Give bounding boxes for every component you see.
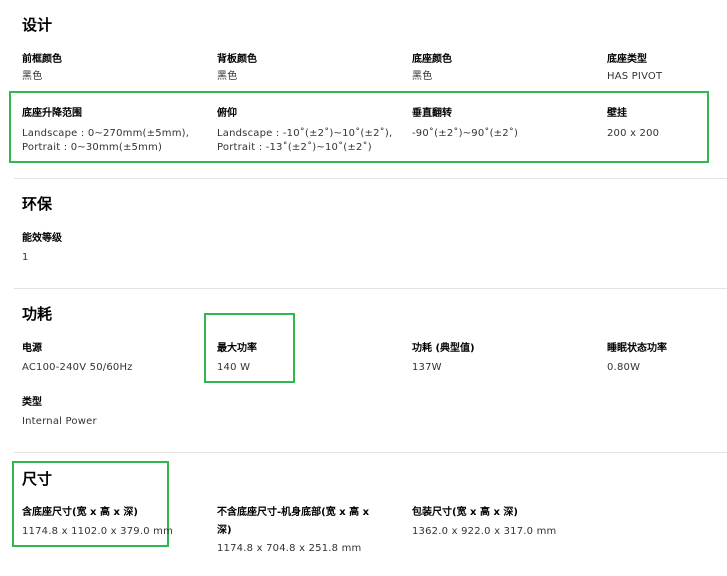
spec-stand-type: 底座类型 HAS PIVOT <box>607 50 662 84</box>
spec-label: 底座颜色 <box>412 54 452 65</box>
spec-label: 背板颜色 <box>217 54 257 65</box>
spec-label: 睡眠状态功率 <box>607 343 667 354</box>
spec-sleep-power: 睡眠状态功率 0.80W <box>607 339 667 375</box>
spec-label: 垂直翻转 <box>412 108 452 119</box>
spec-value: 1362.0 x 922.0 x 317.0 mm <box>412 526 557 537</box>
spec-value-line-1: Landscape : 0~270mm(±5mm), <box>22 128 190 139</box>
spec-value: 黑色 <box>22 71 43 82</box>
spec-pivot: 垂直翻转 -90˚(±2˚)~90˚(±2˚) <box>412 104 518 141</box>
section-divider <box>14 452 727 453</box>
spec-wall-mount: 壁挂 200 x 200 <box>607 104 659 141</box>
spec-typical-power: 功耗 (典型值) 137W <box>412 339 475 375</box>
spec-label: 最大功率 <box>217 343 257 354</box>
spec-label: 功耗 (典型值) <box>412 343 475 354</box>
spec-energy-class: 能效等级 1 <box>22 229 62 265</box>
spec-label: 俯仰 <box>217 108 237 119</box>
spec-value: AC100-240V 50/60Hz <box>22 362 133 373</box>
spec-max-power: 最大功率 140 W <box>217 339 257 375</box>
spec-value: 137W <box>412 362 442 373</box>
spec-value: 1174.8 x 1102.0 x 379.0 mm <box>22 526 174 537</box>
spec-value: Internal Power <box>22 416 97 427</box>
spec-label: 底座升降范围 <box>22 108 82 119</box>
spec-value: 0.80W <box>607 362 641 373</box>
spec-height-adjust-range: 底座升降范围 Landscape : 0~270mm(±5mm), Portra… <box>22 104 189 155</box>
spec-value: 200 x 200 <box>607 128 660 139</box>
spec-label: 壁挂 <box>607 108 627 119</box>
section-title-eco: 环保 <box>22 195 53 213</box>
spec-label: 包装尺寸(宽 x 高 x 深) <box>412 507 518 518</box>
spec-label: 电源 <box>22 343 42 354</box>
spec-size-with-stand: 含底座尺寸(宽 x 高 x 深) 1174.8 x 1102.0 x 379.0… <box>22 503 173 539</box>
section-divider <box>14 178 727 179</box>
spec-value: 140 W <box>217 362 251 373</box>
spec-value: 黑色 <box>412 71 433 82</box>
spec-value: HAS PIVOT <box>607 71 663 82</box>
spec-tilt: 俯仰 Landscape : -10˚(±2˚)~10˚(±2˚), Portr… <box>217 104 392 155</box>
spec-stand-color: 底座颜色 黑色 <box>412 50 452 84</box>
spec-back-color: 背板颜色 黑色 <box>217 50 257 84</box>
spec-value: 黑色 <box>217 71 238 82</box>
spec-package-size: 包装尺寸(宽 x 高 x 深) 1362.0 x 922.0 x 317.0 m… <box>412 503 556 539</box>
spec-value-line-1: Landscape : -10˚(±2˚)~10˚(±2˚), <box>217 128 393 139</box>
spec-label-line-1: 不含底座尺寸-机身底部(宽 x 高 x <box>217 507 370 518</box>
section-title-design: 设计 <box>22 16 53 34</box>
spec-label: 类型 <box>22 397 42 408</box>
spec-value: 1174.8 x 704.8 x 251.8 mm <box>217 543 362 554</box>
spec-size-without-stand: 不含底座尺寸-机身底部(宽 x 高 x 深) 1174.8 x 704.8 x … <box>217 503 369 556</box>
spec-label-line-2: 深) <box>217 525 232 536</box>
section-title-size: 尺寸 <box>22 470 53 488</box>
section-title-power: 功耗 <box>22 305 53 323</box>
spec-power-type: 类型 Internal Power <box>22 393 97 429</box>
spec-power-supply: 电源 AC100-240V 50/60Hz <box>22 339 133 375</box>
spec-label: 能效等级 <box>22 233 62 244</box>
spec-label: 前框颜色 <box>22 54 62 65</box>
spec-value-line-2: Portrait : 0~30mm(±5mm) <box>22 142 163 153</box>
spec-value-line-2: Portrait : -13˚(±2˚)~10˚(±2˚) <box>217 142 372 153</box>
spec-front-bezel-color: 前框颜色 黑色 <box>22 50 62 84</box>
spec-value: -90˚(±2˚)~90˚(±2˚) <box>412 128 519 139</box>
section-divider <box>14 288 727 289</box>
spec-label: 含底座尺寸(宽 x 高 x 深) <box>22 507 138 518</box>
spec-value: 1 <box>22 252 29 263</box>
spec-label: 底座类型 <box>607 54 647 65</box>
